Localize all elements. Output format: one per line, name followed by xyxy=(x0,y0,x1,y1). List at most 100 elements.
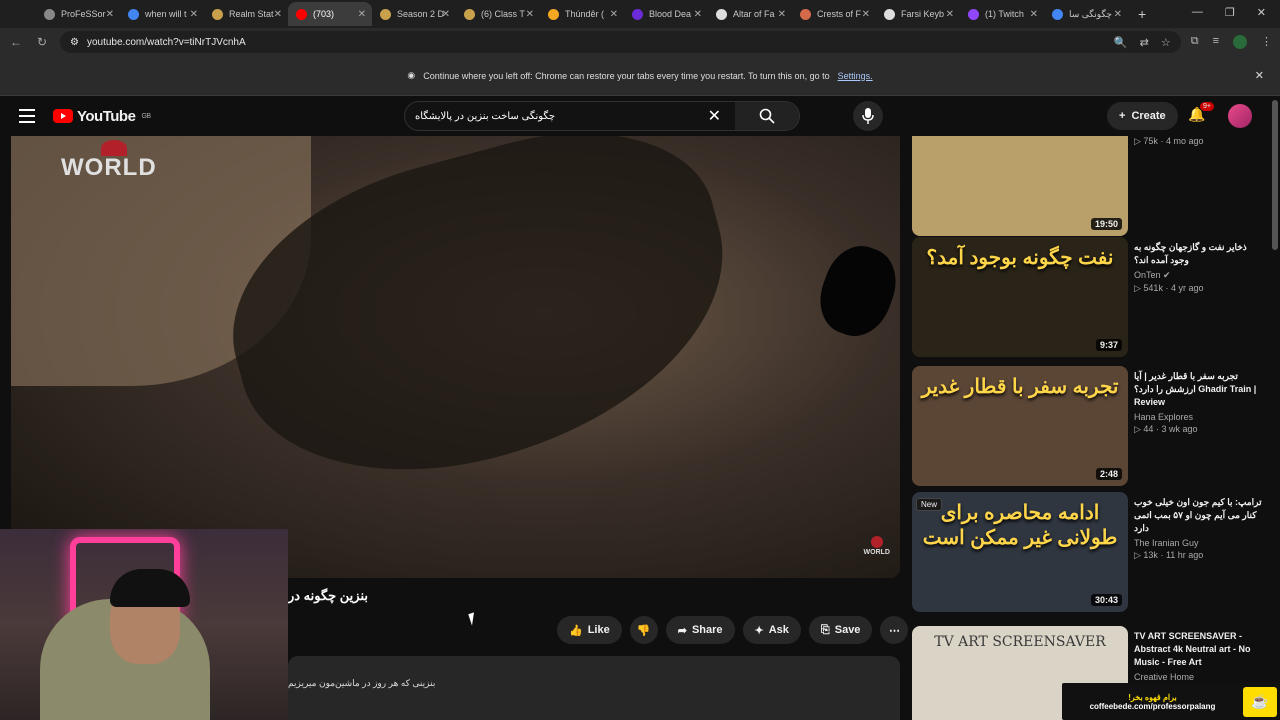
back-icon[interactable]: ← xyxy=(8,35,24,49)
browser-tab[interactable]: Realm Stat ✕ xyxy=(204,2,288,26)
channel-name[interactable]: Creative Home xyxy=(1134,672,1262,682)
menu-dots-icon[interactable]: ⋮ xyxy=(1261,35,1272,49)
close-tab-icon[interactable]: ✕ xyxy=(1030,9,1038,20)
video-title[interactable]: ترامپ: با کیم جون اون خیلی خوب کنار می آ… xyxy=(1134,496,1262,535)
close-tab-icon[interactable]: ✕ xyxy=(610,9,618,20)
tab-favicon-icon xyxy=(212,8,223,20)
more-actions-button[interactable]: ⋯ xyxy=(880,616,909,644)
browser-tab[interactable]: Altar of Fa ✕ xyxy=(708,2,792,26)
recommended-video[interactable]: 19:50 Chizomiz ✔▷ 75k · 4 mo ago xyxy=(912,136,1268,236)
tab-label: Season 2 D xyxy=(397,9,445,19)
video-thumbnail[interactable]: نفت چگونه بوجود آمد؟ 9:37 xyxy=(912,237,1128,357)
extensions-icon[interactable]: ⧉ xyxy=(1191,35,1199,49)
close-tab-icon[interactable]: ✕ xyxy=(274,9,282,20)
search-box[interactable]: چگونگی ساخت بنزین در پالایشگاه ✕ xyxy=(404,101,800,131)
tab-label: ProFeSSor xyxy=(61,9,106,19)
browser-tab[interactable]: Blood Dea ✕ xyxy=(624,2,708,26)
browser-tab[interactable]: ProFeSSor ✕ xyxy=(36,2,120,26)
minimize-icon[interactable]: — xyxy=(1192,6,1203,19)
tab-label: Thúndêr ( xyxy=(565,9,605,19)
zoom-icon[interactable]: 🔍 xyxy=(1114,36,1128,49)
menu-icon[interactable] xyxy=(19,109,35,123)
tab-favicon-icon xyxy=(464,8,475,20)
video-title[interactable]: ذخایر نفت و گازجهان چگونه به وجود آمده ا… xyxy=(1134,241,1262,267)
close-tab-icon[interactable]: ✕ xyxy=(190,9,198,20)
recommended-video[interactable]: تجربه سفر با قطار غدیر 2:48 تجربه سفر با ق… xyxy=(912,366,1268,486)
browser-tab[interactable]: Season 2 D ✕ xyxy=(372,2,456,26)
browser-tab[interactable]: when will t ✕ xyxy=(120,2,204,26)
close-tab-icon[interactable]: ✕ xyxy=(694,9,702,20)
close-tab-icon[interactable]: ✕ xyxy=(862,9,870,20)
tab-label: Realm Stat xyxy=(229,9,274,19)
mouse-cursor xyxy=(468,612,478,626)
video-player[interactable]: WORLD WORLD xyxy=(11,136,900,578)
video-title: بنزین چگونه در ! xyxy=(288,588,368,603)
clear-search-icon[interactable]: ✕ xyxy=(708,106,721,126)
channel-name[interactable]: Hana Explores xyxy=(1134,412,1262,422)
browser-tab[interactable]: Crests of F ✕ xyxy=(792,2,876,26)
video-actions: 👍 Like 👎 ➦ Share ✦ Ask ⎘ Save ⋯ xyxy=(557,616,909,644)
media-icon[interactable]: ≡ xyxy=(1213,35,1219,49)
video-thumbnail[interactable]: تجربه سفر با قطار غدیر 2:48 xyxy=(912,366,1128,486)
maximize-icon[interactable]: ❐ xyxy=(1225,6,1235,19)
video-frame-hole xyxy=(809,236,900,346)
profile-avatar[interactable] xyxy=(1233,35,1247,49)
bookmark-star-icon[interactable]: ☆ xyxy=(1161,36,1171,49)
voice-search-button[interactable] xyxy=(853,101,883,131)
thumb-down-icon: 👎 xyxy=(636,624,651,637)
search-input[interactable]: چگونگی ساخت بنزین در پالایشگاه xyxy=(415,111,555,122)
close-tab-icon[interactable]: ✕ xyxy=(442,9,450,20)
like-button[interactable]: 👍 Like xyxy=(557,616,622,644)
youtube-logo[interactable]: YouTube GB xyxy=(53,108,151,125)
close-infobar-icon[interactable]: ✕ xyxy=(1255,69,1264,82)
tab-label: (6) Class T xyxy=(481,9,525,19)
notification-count-badge: 9+ xyxy=(1200,102,1214,111)
close-window-icon[interactable]: ✕ xyxy=(1257,6,1266,19)
browser-tab[interactable]: (1) Twitch ✕ xyxy=(960,2,1044,26)
recommended-video[interactable]: نفت چگونه بوجود آمد؟ 9:37 ذخایر نفت و گازج… xyxy=(912,237,1268,357)
region-code: GB xyxy=(141,112,151,120)
tab-favicon-icon xyxy=(128,8,139,20)
channel-name[interactable]: The Iranian Guy xyxy=(1134,538,1262,548)
page-scrollbar[interactable] xyxy=(1272,100,1278,250)
browser-tab[interactable]: چگونگی سا ✕ xyxy=(1044,2,1128,26)
browser-tab[interactable]: (6) Class T ✕ xyxy=(456,2,540,26)
browser-tab[interactable]: Farsi Keyb ✕ xyxy=(876,2,960,26)
views-icon: ▷ xyxy=(1134,283,1144,293)
youtube-play-icon xyxy=(53,109,73,123)
reload-icon[interactable]: ↻ xyxy=(34,35,50,49)
close-tab-icon[interactable]: ✕ xyxy=(778,9,786,20)
mic-icon xyxy=(862,108,874,124)
ask-button[interactable]: ✦ Ask xyxy=(742,616,801,644)
close-tab-icon[interactable]: ✕ xyxy=(1114,9,1122,20)
new-tab-button[interactable]: + xyxy=(1128,6,1156,22)
video-title[interactable]: تجربه سفر با قطار غدیر | آیا ارزشش را دا… xyxy=(1134,370,1262,409)
share-button[interactable]: ➦ Share xyxy=(665,616,735,644)
site-info-icon[interactable]: ⚙ xyxy=(70,37,79,48)
tab-strip: ProFeSSor ✕ when will t ✕ Realm Stat ✕ (703) ✕ S… xyxy=(0,0,1280,28)
video-title[interactable]: TV ART SCREENSAVER - Abstract 4k Neutral… xyxy=(1134,630,1262,669)
browser-tab[interactable]: Thúndêr ( ✕ xyxy=(540,2,624,26)
description-box[interactable]: بنزینی که هر روز در ماشین‌مون میریزیم xyxy=(288,656,900,720)
video-thumbnail[interactable]: ادامه محاصره برای طولانی غیر ممکن است New… xyxy=(912,492,1128,612)
close-tab-icon[interactable]: ✕ xyxy=(106,9,114,20)
browser-tab[interactable]: (703) ✕ xyxy=(288,2,372,26)
save-button[interactable]: ⎘ Save xyxy=(808,616,873,644)
omnibox[interactable]: ⚙ youtube.com/watch?v=tiNrTJVcnhA 🔍 ⇄ ☆ xyxy=(60,31,1181,53)
recommended-video[interactable]: ادامه محاصره برای طولانی غیر ممکن است New… xyxy=(912,492,1268,612)
tab-label: (703) xyxy=(313,9,335,19)
views-icon: ▷ xyxy=(1134,136,1144,146)
description-text: بنزینی که هر روز در ماشین‌مون میریزیم xyxy=(288,678,436,688)
close-tab-icon[interactable]: ✕ xyxy=(526,9,534,20)
create-button[interactable]: + Create xyxy=(1107,102,1178,130)
settings-link[interactable]: Settings. xyxy=(838,71,873,81)
close-tab-icon[interactable]: ✕ xyxy=(358,9,366,20)
thumbnail-text: نفت چگونه بوجود آمد؟ xyxy=(926,247,1114,269)
translate-icon[interactable]: ⇄ xyxy=(1140,36,1149,49)
channel-name[interactable]: OnTen ✔ xyxy=(1134,270,1262,281)
video-thumbnail[interactable]: 19:50 xyxy=(912,136,1128,236)
dislike-button[interactable]: 👎 xyxy=(629,616,658,644)
close-tab-icon[interactable]: ✕ xyxy=(946,9,954,20)
search-button[interactable] xyxy=(735,102,799,130)
account-avatar[interactable] xyxy=(1228,104,1252,128)
